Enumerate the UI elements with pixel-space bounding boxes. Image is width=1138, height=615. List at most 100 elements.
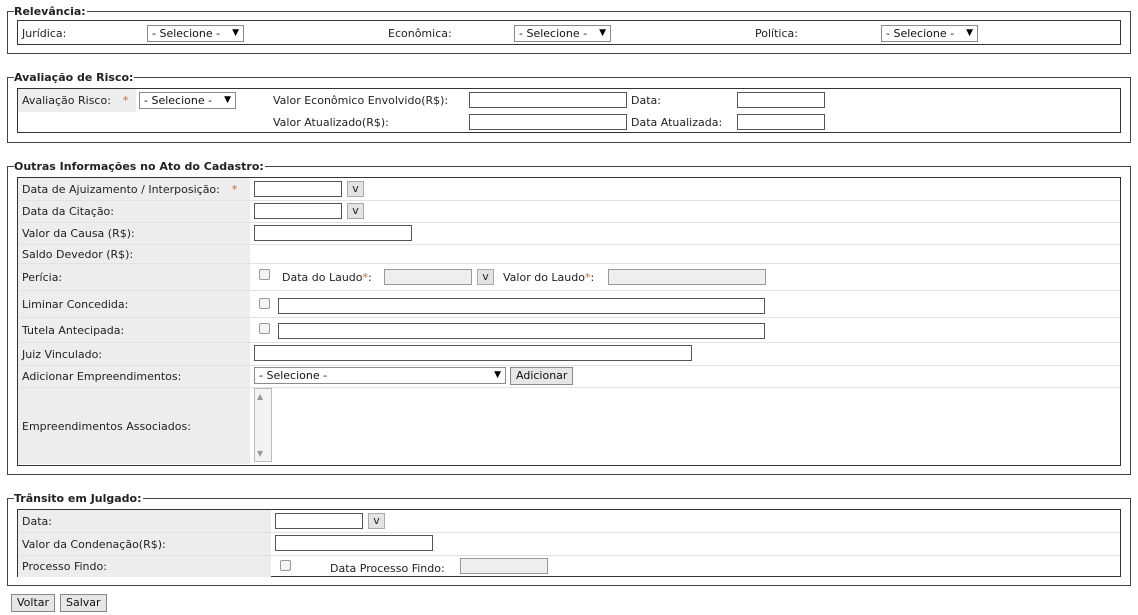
avaliacao-risco-label-cell: Avaliação Risco: * bbox=[18, 89, 136, 112]
data-laudo-label-text: Data do Laudo bbox=[282, 271, 363, 284]
ajuizamento-label-cell: Data de Ajuizamento / Interposição: * bbox=[18, 178, 250, 200]
salvar-button[interactable]: Salvar bbox=[60, 594, 107, 612]
chevron-down-icon: ▼ bbox=[224, 95, 231, 105]
economica-select[interactable]: - Selecione - ▼ bbox=[514, 25, 611, 42]
data-processo-findo-input[interactable] bbox=[460, 558, 548, 574]
voltar-button[interactable]: Voltar bbox=[11, 594, 56, 612]
citacao-calendar-button[interactable]: v bbox=[347, 203, 364, 219]
ajuizamento-label: Data de Ajuizamento / Interposição: bbox=[22, 182, 220, 196]
valor-condenacao-label: Valor da Condenação(R$): bbox=[22, 537, 166, 551]
outras-legend: Outras Informações no Ato do Cadastro: bbox=[14, 160, 265, 173]
data-atualizada-input[interactable] bbox=[737, 114, 825, 130]
avaliacao-panel: Avaliação Risco: * - Selecione - ▼ Valor… bbox=[17, 88, 1121, 133]
valor-causa-input[interactable] bbox=[254, 225, 412, 241]
label-colon: : bbox=[368, 271, 372, 284]
data-processo-findo-label: Data Processo Findo: bbox=[330, 562, 445, 575]
juiz-label: Juiz Vinculado: bbox=[22, 347, 103, 361]
relevancia-legend: Relevância: bbox=[14, 5, 87, 18]
valor-condenacao-input[interactable] bbox=[275, 535, 433, 551]
tutela-checkbox[interactable] bbox=[259, 323, 270, 334]
transito-fieldset: Trânsito em Julgado: Data: v Valor da Co… bbox=[7, 492, 1131, 586]
avaliacao-fieldset: Avaliação de Risco: Avaliação Risco: * -… bbox=[7, 71, 1131, 143]
required-mark: * bbox=[231, 182, 238, 196]
avaliacao-risco-select-value: - Selecione - bbox=[144, 94, 213, 107]
valor-causa-label-cell: Valor da Causa (R$): bbox=[18, 223, 250, 244]
tutela-label: Tutela Antecipada: bbox=[22, 323, 125, 337]
chevron-down-icon: ▼ bbox=[599, 28, 606, 38]
citacao-label-cell: Data da Citação: bbox=[18, 201, 250, 222]
valor-causa-label: Valor da Causa (R$): bbox=[22, 227, 135, 240]
data-atualizada-label: Data Atualizada: bbox=[631, 116, 723, 129]
economica-select-value: - Selecione - bbox=[519, 27, 588, 40]
valor-laudo-label-text: Valor do Laudo bbox=[503, 271, 585, 284]
scroll-down-icon[interactable]: ▼ bbox=[257, 449, 263, 458]
valor-atualizado-input[interactable] bbox=[469, 114, 627, 130]
adicionar-label-cell: Adicionar Empreendimentos: bbox=[18, 366, 250, 387]
ajuizamento-calendar-button[interactable]: v bbox=[347, 181, 364, 197]
liminar-input[interactable] bbox=[278, 298, 765, 314]
transito-legend: Trânsito em Julgado: bbox=[14, 492, 143, 505]
avaliacao-risco-select[interactable]: - Selecione - ▼ bbox=[139, 92, 236, 109]
valor-atualizado-label: Valor Atualizado(R$): bbox=[273, 116, 389, 129]
transito-data-label-cell: Data: bbox=[18, 510, 271, 532]
pericia-label-cell: Perícia: bbox=[18, 264, 250, 290]
juridica-select[interactable]: - Selecione - ▼ bbox=[147, 25, 244, 42]
chevron-down-icon: ▼ bbox=[232, 28, 239, 38]
juiz-label-cell: Juiz Vinculado: bbox=[18, 343, 250, 365]
processo-findo-label-cell: Processo Findo: bbox=[18, 556, 271, 577]
politica-select[interactable]: - Selecione - ▼ bbox=[881, 25, 978, 42]
juiz-input[interactable] bbox=[254, 345, 692, 361]
outras-fieldset: Outras Informações no Ato do Cadastro: D… bbox=[7, 160, 1131, 475]
juridica-label: Jurídica: bbox=[22, 27, 67, 40]
avaliacao-legend: Avaliação de Risco: bbox=[14, 71, 135, 84]
valor-condenacao-label-cell: Valor da Condenação(R$): bbox=[18, 533, 271, 555]
citacao-label: Data da Citação: bbox=[22, 205, 114, 218]
label-colon: : bbox=[590, 271, 595, 284]
adicionar-label: Adicionar Empreendimentos: bbox=[22, 370, 182, 383]
chevron-down-icon: ▼ bbox=[966, 28, 973, 38]
saldo-devedor-label: Saldo Devedor (R$): bbox=[22, 247, 134, 261]
transito-data-label: Data: bbox=[22, 514, 52, 528]
chevron-down-icon: ▼ bbox=[494, 370, 501, 380]
pericia-label: Perícia: bbox=[22, 270, 63, 284]
liminar-checkbox[interactable] bbox=[259, 298, 270, 309]
politica-label: Política: bbox=[755, 27, 798, 40]
data-avaliacao-label: Data: bbox=[631, 94, 661, 107]
liminar-label-cell: Liminar Concedida: bbox=[18, 291, 250, 317]
required-mark: * bbox=[122, 94, 129, 107]
data-avaliacao-input[interactable] bbox=[737, 92, 825, 108]
data-laudo-input[interactable] bbox=[384, 269, 472, 285]
citacao-date-input[interactable] bbox=[254, 203, 342, 219]
empreendimento-select[interactable]: - Selecione - ▼ bbox=[254, 367, 506, 384]
transito-data-input[interactable] bbox=[275, 513, 363, 529]
ajuizamento-date-input[interactable] bbox=[254, 181, 342, 197]
transito-panel: Data: v Valor da Condenação(R$): Process… bbox=[17, 509, 1121, 577]
valor-economico-label: Valor Econômico Envolvido(R$): bbox=[273, 94, 449, 107]
relevancia-fieldset: Relevância: Jurídica: - Selecione - ▼ Ec… bbox=[7, 5, 1131, 54]
valor-economico-input[interactable] bbox=[469, 92, 627, 108]
juridica-select-value: - Selecione - bbox=[152, 27, 221, 40]
liminar-label: Liminar Concedida: bbox=[22, 297, 129, 311]
data-laudo-calendar-button[interactable]: v bbox=[477, 269, 494, 285]
associados-label: Empreendimentos Associados: bbox=[22, 419, 191, 433]
valor-laudo-label: Valor do Laudo*: bbox=[503, 271, 594, 284]
adicionar-button[interactable]: Adicionar bbox=[510, 367, 574, 385]
economica-label: Econômica: bbox=[388, 27, 452, 40]
data-laudo-label: Data do Laudo*: bbox=[282, 271, 372, 284]
pericia-checkbox[interactable] bbox=[259, 269, 270, 280]
outras-panel: Data de Ajuizamento / Interposição: * v … bbox=[17, 177, 1121, 466]
saldo-devedor-label-cell: Saldo Devedor (R$): bbox=[18, 245, 250, 263]
politica-select-value: - Selecione - bbox=[886, 27, 955, 40]
valor-laudo-input[interactable] bbox=[608, 269, 766, 285]
transito-calendar-button[interactable]: v bbox=[368, 513, 385, 529]
avaliacao-risco-label: Avaliação Risco: bbox=[22, 94, 111, 107]
tutela-label-cell: Tutela Antecipada: bbox=[18, 318, 250, 342]
associados-label-cell: Empreendimentos Associados: bbox=[18, 388, 250, 464]
tutela-input[interactable] bbox=[278, 323, 765, 339]
processo-findo-label: Processo Findo: bbox=[22, 560, 107, 573]
empreendimento-select-value: - Selecione - bbox=[259, 369, 328, 382]
processo-findo-checkbox[interactable] bbox=[280, 560, 291, 571]
relevancia-panel: Jurídica: - Selecione - ▼ Econômica: - S… bbox=[17, 20, 1121, 45]
empreendimentos-associados-listbox[interactable]: ▲ ▼ bbox=[254, 388, 272, 462]
scroll-up-icon[interactable]: ▲ bbox=[257, 392, 263, 401]
